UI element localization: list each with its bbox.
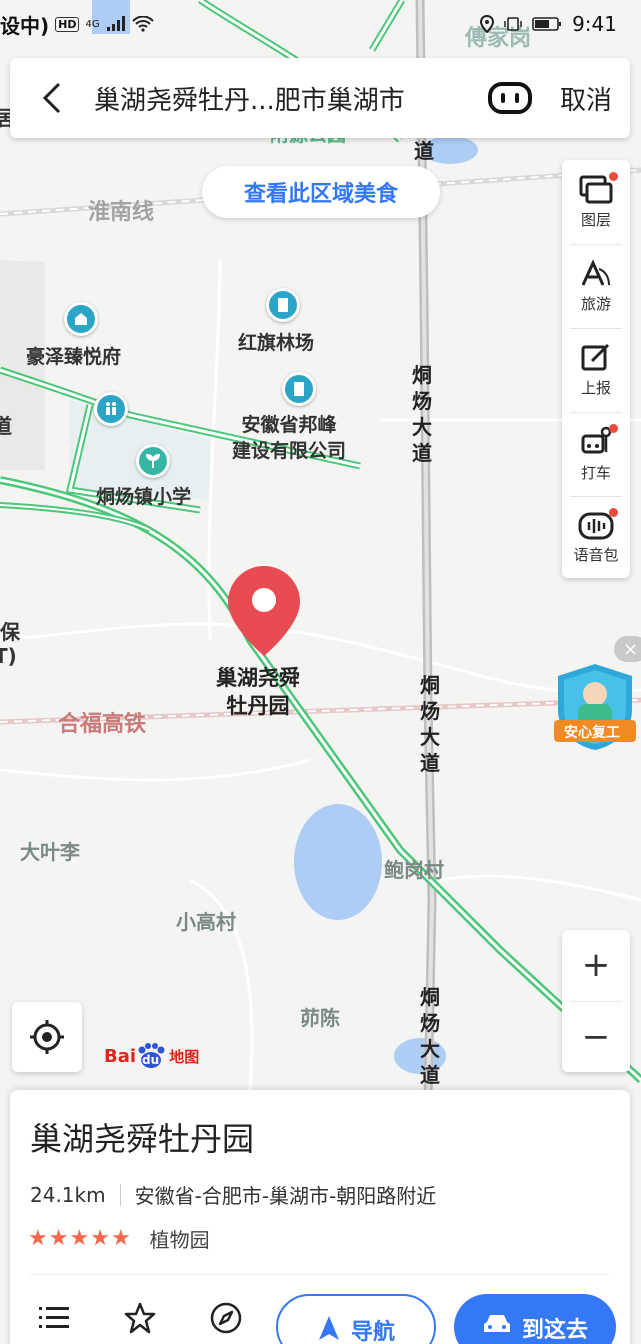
zoom-in-button[interactable]: + [562,930,630,1000]
my-location-button[interactable] [12,1002,82,1072]
carrier-text: 设中) [0,13,50,38]
taxi-label: 打车 [580,463,611,482]
battery-icon [532,17,562,31]
voice-pack-button[interactable]: 语音包 [562,496,630,580]
map-label-haoze[interactable]: 豪泽臻悦府 [26,342,121,369]
vibrate-icon [504,17,522,31]
star-icon: ★ [110,1226,131,1251]
map-label-road-3: 烔炀大道 [420,985,440,1087]
status-bar: 设中) HD 4G 9:41 [0,0,641,48]
search-bar: 巢湖尧舜牡丹...肥市巢湖市 取消 [10,58,630,138]
list-icon [39,1307,69,1328]
travel-button[interactable]: 旅游 [562,244,630,328]
company-poi-icon[interactable] [282,372,316,406]
place-detail-card[interactable]: 巢湖尧舜牡丹园 24.1km 安徽省-合肥市-巢湖市-朝阳路附近 ★ ★ ★ ★… [10,1090,630,1344]
place-info-row: 24.1km 安徽省-合肥市-巢湖市-朝阳路附近 [30,1180,436,1209]
location-status-icon [480,15,495,33]
star-icon: ★ [69,1226,90,1251]
map-label-xiaogao: 小高村 [176,910,236,934]
taxi-button[interactable]: 打车 [562,412,630,496]
network-type: 4G [85,18,100,30]
close-badge-button[interactable]: × [614,636,641,662]
go-here-button[interactable]: 到这去 [454,1294,616,1344]
map-label-hongqi[interactable]: 红旗林场 [238,328,314,355]
map-label-road-2: 烔炀大道 [420,673,440,775]
star-icon: ★ [28,1226,48,1251]
baidu-map-logo: Bai du 地图 [104,1043,199,1069]
voice-pack-icon [578,512,614,539]
map-label-bangfeng[interactable]: 安徽省邦峰 建设有限公司 [232,412,346,464]
back-button[interactable] [10,58,94,138]
anxin-fugong-badge[interactable]: 安心复工 [550,660,640,752]
brand-text-2: du [142,1053,160,1067]
map-label-dao-left: 道 [0,414,12,438]
selected-place-label[interactable]: 巢湖尧舜 牡丹园 [216,664,300,720]
restroom-poi-icon[interactable] [94,392,128,426]
zoom-controls: + − [562,930,630,1072]
map-label-huainan-rail: 淮南线 [88,200,155,225]
lake [294,804,382,920]
map-label-road-top: 道 [414,139,434,163]
category-text: 植物园 [149,1228,210,1252]
building-poi-icon[interactable] [266,288,300,322]
taxi-icon [581,426,612,453]
map-label-ruchen: 茆陈 [300,1006,340,1030]
layers-label: 图层 [580,210,611,229]
search-query[interactable]: 巢湖尧舜牡丹...肥市巢湖市 [94,80,478,117]
star-icon: ★ [90,1226,110,1251]
navigate-button[interactable]: 导航 [276,1294,436,1344]
voice-pack-label: 语音包 [573,545,619,564]
residential-poi-icon[interactable] [64,302,98,336]
map-label-bao: 保 [0,620,20,644]
rating-row: ★ ★ ★ ★ ★ 植物园 [28,1224,210,1253]
map-tools-panel: 图层 旅游 上报 打车 语音包 [562,160,630,578]
wifi-icon [131,16,154,32]
notification-dot [609,172,618,181]
report-button[interactable]: 上报 [562,328,630,412]
layers-button[interactable]: 图层 [562,160,630,244]
travel-label: 旅游 [580,294,611,313]
clock: 9:41 [572,12,617,36]
hd-icon: HD [55,16,80,32]
notification-dot [609,424,618,433]
address-text: 安徽省-合肥市-巢湖市-朝阳路附近 [134,1184,437,1208]
nearby-button[interactable] [206,1298,246,1338]
map-label-bracket: T) [0,644,17,668]
crosshair-icon [30,1020,64,1054]
signal-icon [106,16,125,31]
map-label-dayeli: 大叶李 [20,840,80,864]
anxin-badge-label: 安心复工 [564,725,620,741]
details-button[interactable] [34,1298,74,1338]
navigation-arrow-icon [318,1316,339,1340]
zoom-out-button[interactable]: − [562,1002,630,1072]
view-area-food-button[interactable]: 查看此区域美食 [202,166,440,218]
voice-assistant-button[interactable] [478,58,542,138]
place-name: 巢湖尧舜牡丹园 [30,1120,255,1158]
star-icon: ★ [48,1226,69,1251]
brand-text-1: Bai [104,1045,137,1067]
report-icon [581,343,610,370]
distance-text: 24.1km [30,1182,106,1207]
brand-text-3: 地图 [169,1047,200,1066]
go-here-label: 到这去 [521,1318,588,1343]
robot-icon [488,82,532,114]
layers-icon [579,175,613,203]
map-label-baogang: 鲍岗村 [384,858,444,882]
school-poi-icon[interactable] [136,444,170,478]
location-pin-icon[interactable] [224,564,304,658]
report-label: 上报 [580,378,611,397]
notification-dot [609,508,618,517]
star-outline-icon [124,1302,156,1334]
travel-icon [581,258,610,286]
navigate-label: 导航 [350,1320,395,1344]
map-label-tongyang-school[interactable]: 烔炀镇小学 [96,482,191,509]
chevron-left-icon [42,82,61,114]
favorite-button[interactable] [120,1298,160,1338]
cancel-button[interactable]: 取消 [542,80,630,117]
map-label-road-1: 烔炀大道 [412,363,432,465]
car-icon [483,1315,510,1332]
compass-icon [210,1302,242,1334]
map-label-hefu-rail: 合福高铁 [58,712,147,737]
